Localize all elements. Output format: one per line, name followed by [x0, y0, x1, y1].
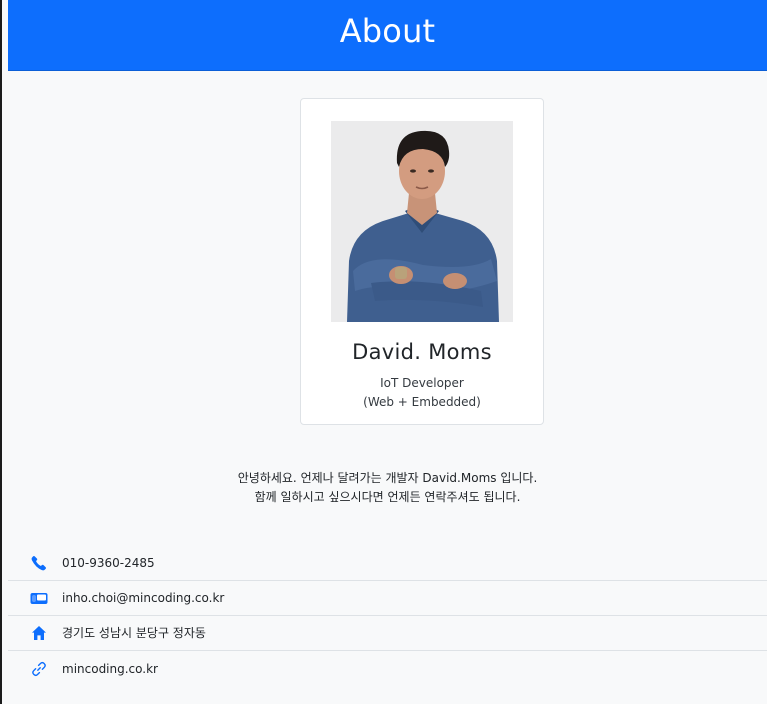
profile-name: David. Moms [352, 340, 492, 364]
contact-website[interactable]: mincoding.co.kr [8, 651, 767, 686]
contact-email: inho.choi@mincoding.co.kr [8, 581, 767, 616]
contact-list: 010-9360-2485 inho.choi@mincoding.co.kr … [8, 546, 767, 686]
phone-text: 010-9360-2485 [62, 556, 155, 570]
website-link[interactable]: mincoding.co.kr [62, 661, 158, 677]
intro-line-1: 안녕하세요. 언제나 달려가는 개발자 David.Moms 입니다. [237, 471, 538, 485]
link-icon [30, 661, 48, 677]
intro-text: 안녕하세요. 언제나 달려가는 개발자 David.Moms 입니다. 함께 일… [8, 469, 767, 507]
profile-photo [331, 121, 513, 322]
email-text: inho.choi@mincoding.co.kr [62, 591, 225, 605]
contact-address: 경기도 성남시 분당구 정자동 [8, 616, 767, 651]
page-title: About [339, 12, 436, 50]
house-icon [30, 625, 48, 641]
profile-role: IoT Developer (Web + Embedded) [301, 374, 543, 412]
intro-line-2: 함께 일하시고 싶으시다면 언제든 연락주셔도 됩니다. [254, 490, 521, 504]
contact-phone: 010-9360-2485 [8, 546, 767, 581]
mailbox-icon [30, 590, 48, 606]
address-text: 경기도 성남시 분당구 정자동 [62, 626, 206, 640]
page-header: About [8, 0, 767, 71]
phone-icon [30, 555, 48, 571]
profile-card: David. Moms IoT Developer (Web + Embedde… [300, 98, 544, 425]
role-line-2: (Web + Embedded) [363, 395, 481, 409]
role-line-1: IoT Developer [380, 376, 464, 390]
